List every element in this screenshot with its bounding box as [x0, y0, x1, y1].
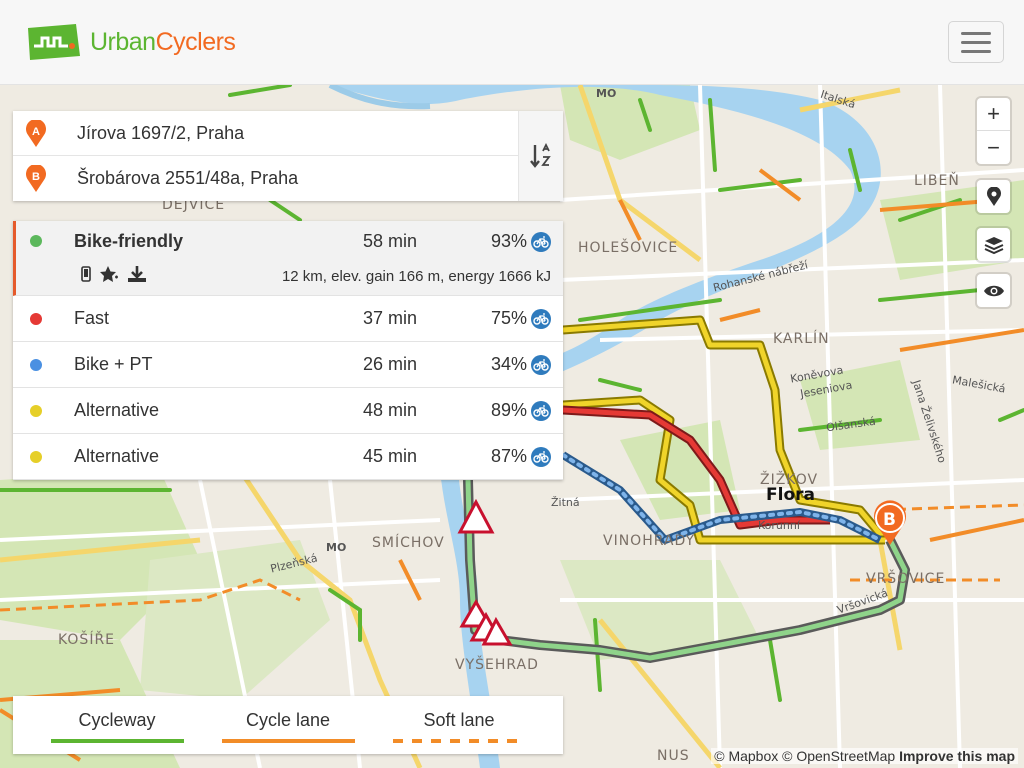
legend-soft-lane-label: Soft lane [423, 710, 495, 730]
route-color-dot [30, 451, 42, 463]
location-pin-icon [986, 186, 1001, 206]
legend-cycle-lane-line [222, 739, 355, 743]
route-duration: 48 min [363, 400, 418, 420]
route-search-panel: A Jírova 1697/2, Praha B Šrobárova 2551/… [13, 111, 563, 201]
route-duration: 45 min [363, 446, 418, 466]
map-label-vinohrady: VINOHRADY [603, 533, 696, 549]
map-legend: Cycleway Cycle lane Soft lane [13, 696, 563, 754]
bicycle-icon [531, 232, 551, 252]
route-name: Bike + PT [74, 354, 153, 374]
route-details: 12 km, elev. gain 166 m, energy 1666 kJ [281, 268, 551, 285]
route-color-dot [30, 405, 42, 417]
map-label-karlin: KARLÍN [773, 331, 830, 347]
route-option[interactable]: Bike-friendly 58 min 93% 12 km, elev. gain … [13, 221, 563, 296]
mapbox-attribution-link[interactable]: © Mapbox [714, 748, 778, 764]
origin-marker-icon: A [26, 120, 46, 147]
phone-icon[interactable] [81, 266, 91, 287]
visibility-button[interactable] [977, 274, 1010, 307]
route-color-dot [30, 359, 42, 371]
map-label-koruni: Korunní [758, 519, 800, 532]
bicycle-icon [531, 309, 551, 329]
legend-cycleway-label: Cycleway [78, 710, 156, 730]
hamburger-menu-icon [961, 31, 991, 35]
map-label-liben: LIBEŇ [914, 173, 960, 189]
zoom-out-button[interactable]: − [977, 131, 1010, 164]
osm-attribution-link[interactable]: © OpenStreetMap [782, 748, 895, 764]
route-actions [81, 265, 147, 288]
route-duration: 58 min [363, 231, 418, 251]
improve-map-link[interactable]: Improve this map [899, 748, 1015, 764]
route-name: Alternative [74, 446, 160, 466]
map-label-zitna: Žitná [551, 496, 580, 509]
route-bike-friendliness: 34% [490, 354, 527, 374]
route-bike-friendliness: 93% [490, 231, 527, 251]
route-option[interactable]: Bike + PT 26 min 34% [13, 342, 563, 388]
map-label-flora: Flora [766, 485, 815, 505]
route-color-dot [30, 313, 42, 325]
route-name: Bike-friendly [74, 231, 184, 251]
route-color-dot [30, 235, 42, 247]
route-bike-friendliness: 75% [490, 308, 527, 328]
svg-text:A: A [32, 126, 40, 138]
route-option[interactable]: Fast 37 min 75% [13, 296, 563, 342]
map-label-nusle: NUS [657, 748, 690, 764]
route-option[interactable]: Alternative 45 min 87% [13, 434, 563, 480]
bicycle-icon [531, 355, 551, 375]
logo-icon [28, 24, 80, 60]
map-label-holesovice: HOLEŠOVICE [578, 240, 679, 256]
star-icon[interactable] [99, 265, 119, 288]
destination-marker-label[interactable]: B [883, 510, 896, 530]
route-option[interactable]: Alternative 48 min 89% [13, 388, 563, 434]
hamburger-menu-button[interactable] [948, 21, 1004, 63]
route-bike-friendliness: 89% [490, 400, 527, 420]
destination-row[interactable]: B Šrobárova 2551/48a, Praha [13, 156, 518, 201]
download-icon[interactable] [127, 265, 147, 288]
legend-cycle-lane-label: Cycle lane [245, 710, 331, 730]
zoom-in-button[interactable]: + [977, 98, 1010, 131]
app-header: UrbanCyclers [0, 0, 1024, 85]
route-name: Fast [74, 308, 110, 328]
map-label-mo-south: MO [326, 541, 347, 554]
bicycle-icon [531, 401, 551, 421]
map-label-mo-north: MO [596, 87, 617, 100]
map-label-vrsovice: VRŠOVICE [866, 571, 946, 587]
map-label-smichov: SMÍCHOV [372, 535, 445, 551]
zoom-control: + − [977, 98, 1010, 164]
route-name: Alternative [74, 400, 160, 420]
origin-row[interactable]: A Jírova 1697/2, Praha [13, 111, 518, 156]
locate-button[interactable] [977, 180, 1010, 213]
route-options-list: Bike-friendly 58 min 93% 12 km, elev. gain … [13, 221, 563, 480]
swap-sort-icon [530, 143, 551, 168]
svg-text:B: B [32, 171, 40, 183]
origin-input[interactable]: Jírova 1697/2, Praha [77, 123, 244, 144]
destination-input[interactable]: Šrobárova 2551/48a, Praha [77, 168, 298, 189]
eye-icon [983, 285, 1004, 296]
route-bike-friendliness: 87% [490, 446, 527, 466]
route-duration: 26 min [363, 354, 418, 374]
legend-cycleway-line [51, 739, 184, 743]
destination-marker-icon: B [26, 165, 46, 192]
logo[interactable]: UrbanCyclers [26, 22, 236, 62]
route-duration: 37 min [363, 308, 418, 328]
bicycle-icon [531, 447, 551, 467]
logo-text: UrbanCyclers [90, 27, 236, 56]
legend-soft-lane-line [393, 739, 526, 743]
layers-icon [984, 236, 1003, 254]
map-attribution: © Mapbox © OpenStreetMap Improve this ma… [711, 748, 1018, 764]
map-label-vysehrad: VYŠEHRAD [455, 657, 539, 673]
swap-button[interactable] [518, 111, 563, 201]
map-label-kosire: KOŠÍŘE [58, 632, 116, 648]
layers-button[interactable] [977, 228, 1010, 261]
